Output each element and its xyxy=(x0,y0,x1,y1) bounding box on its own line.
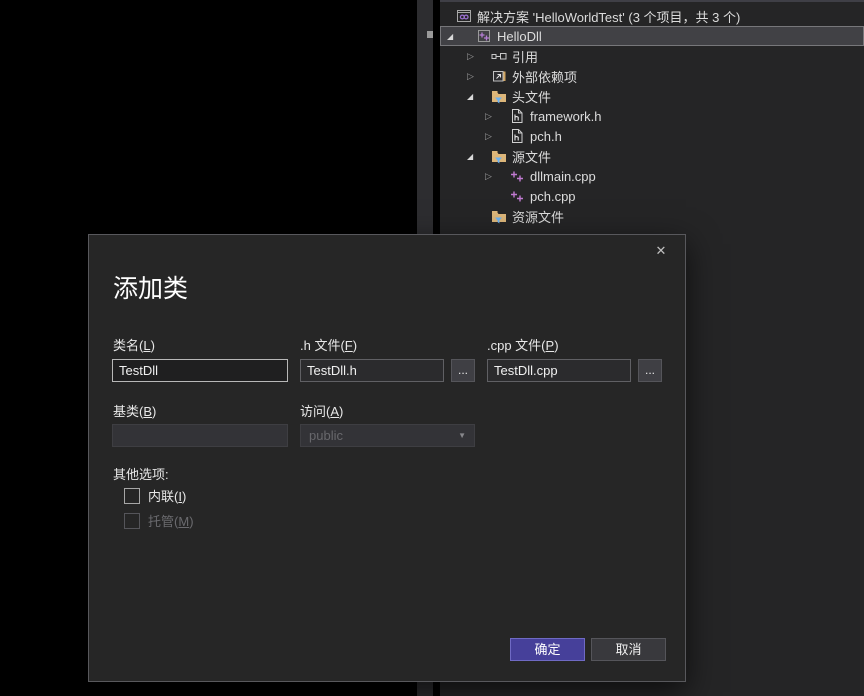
other-options-heading: 其他选项: xyxy=(113,464,169,483)
tree-item-label: 引用 xyxy=(512,47,538,66)
tree-item-label: 头文件 xyxy=(512,87,551,106)
tree-item-framework-h[interactable]: framework.h xyxy=(440,106,864,126)
class-name-label: 类名(L) xyxy=(113,335,155,354)
inline-checkbox-label: 内联(I) xyxy=(148,486,186,505)
expander-collapsed-icon[interactable] xyxy=(467,46,491,66)
inline-option-row: 内联(I) xyxy=(124,486,186,505)
expander-expanded-icon[interactable] xyxy=(467,86,491,107)
filtered-folder-icon xyxy=(491,208,507,224)
scrollbar-thumb[interactable] xyxy=(427,31,433,38)
tree-item-pch-h[interactable]: pch.h xyxy=(440,126,864,146)
references-icon xyxy=(491,48,507,64)
header-file-icon xyxy=(509,108,525,124)
tree-item-solution[interactable]: 解决方案 'HelloWorldTest' (3 个项目，共 3 个) xyxy=(440,6,864,26)
tree-item-resource-files-folder[interactable]: 资源文件 xyxy=(440,206,864,226)
cpp-file-input[interactable] xyxy=(487,359,631,382)
tree-item-references[interactable]: 引用 xyxy=(440,46,864,66)
close-icon[interactable]: ✕ xyxy=(649,239,673,263)
tree-item-pch-cpp[interactable]: pch.cpp xyxy=(440,186,864,206)
base-class-input[interactable] xyxy=(112,424,288,447)
tree-item-hellodll[interactable]: HelloDll xyxy=(440,26,864,46)
external-dependencies-icon xyxy=(491,68,507,84)
tree-item-external-dependencies[interactable]: 外部依赖项 xyxy=(440,66,864,86)
h-file-input[interactable] xyxy=(300,359,444,382)
solution-icon xyxy=(456,8,472,24)
filtered-folder-icon xyxy=(491,148,507,164)
add-class-dialog: ✕ 添加类 类名(L) .h 文件(F) .cpp 文件(P) ... ... … xyxy=(88,234,686,682)
chevron-down-icon: ▼ xyxy=(458,431,466,440)
h-file-label: .h 文件(F) xyxy=(300,335,357,354)
access-label: 访问(A) xyxy=(300,401,343,420)
cancel-button[interactable]: 取消 xyxy=(591,638,666,661)
expander-expanded-icon[interactable] xyxy=(447,26,476,47)
tree-item-label: 解决方案 'HelloWorldTest' (3 个项目，共 3 个) xyxy=(477,7,740,26)
tree-item-label: framework.h xyxy=(530,109,602,124)
inline-checkbox[interactable] xyxy=(124,488,140,504)
tree-item-label: pch.h xyxy=(530,129,562,144)
filtered-folder-icon xyxy=(491,88,507,104)
access-dropdown-value: public xyxy=(309,428,458,443)
access-dropdown[interactable]: public ▼ xyxy=(300,424,475,447)
ok-button[interactable]: 确定 xyxy=(510,638,585,661)
base-class-label: 基类(B) xyxy=(113,401,156,420)
tree-item-header-files-folder[interactable]: 头文件 xyxy=(440,86,864,106)
cpp-file-icon xyxy=(509,168,525,184)
managed-checkbox xyxy=(124,513,140,529)
expander-collapsed-icon[interactable] xyxy=(485,126,509,146)
cpp-file-browse-button[interactable]: ... xyxy=(638,359,662,382)
tree-item-label: 源文件 xyxy=(512,147,551,166)
cpp-project-icon xyxy=(476,28,492,44)
tree-item-label: dllmain.cpp xyxy=(530,169,596,184)
managed-option-row: 托管(M) xyxy=(124,511,194,530)
dialog-title: 添加类 xyxy=(113,269,188,305)
expander-collapsed-icon[interactable] xyxy=(467,66,491,86)
expander-collapsed-icon[interactable] xyxy=(485,106,509,126)
header-file-icon xyxy=(509,128,525,144)
class-name-input[interactable] xyxy=(112,359,288,382)
tree-item-label: HelloDll xyxy=(497,29,542,44)
cpp-file-label: .cpp 文件(P) xyxy=(487,335,559,354)
expander-expanded-icon[interactable] xyxy=(467,146,491,167)
tree-item-label: pch.cpp xyxy=(530,189,576,204)
tree-item-dllmain-cpp[interactable]: dllmain.cpp xyxy=(440,166,864,186)
h-file-browse-button[interactable]: ... xyxy=(451,359,475,382)
expander-collapsed-icon[interactable] xyxy=(485,166,509,186)
tree-item-label: 资源文件 xyxy=(512,207,564,226)
managed-checkbox-label: 托管(M) xyxy=(148,511,194,530)
tree-item-label: 外部依赖项 xyxy=(512,67,577,86)
tree-item-source-files-folder[interactable]: 源文件 xyxy=(440,146,864,166)
cpp-file-icon xyxy=(509,188,525,204)
